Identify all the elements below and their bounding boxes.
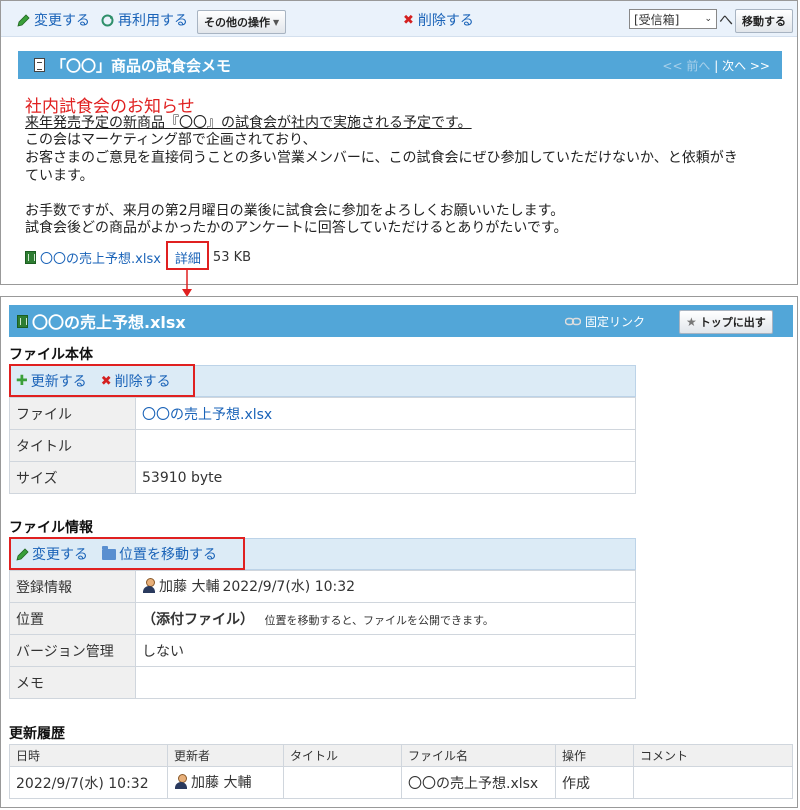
excel-file-icon [25,251,36,264]
memo-titlebar: 「〇〇」商品の試食会メモ << 前へ | 次へ >> [18,51,782,79]
to-label: へ [719,13,733,29]
table-row: 位置 （添付ファイル） 位置を移動すると、ファイルを公開できます。 [9,602,636,635]
excel-file-icon [17,314,28,328]
star-icon: ★ [686,315,697,329]
table-row: メモ [9,666,636,699]
table-row: バージョン管理 しない [9,634,636,667]
attachment-size: 53 KB [212,250,252,265]
permalink-link[interactable]: 固定リンク [565,313,645,330]
table-row: ファイル 〇〇の売上予想.xlsx [9,397,636,430]
history-col-header: コメント [633,744,793,767]
move-button[interactable]: 移動する [735,9,793,33]
reuse-link[interactable]: 再利用する [101,10,188,30]
location-note: 位置を移動すると、ファイルを公開できます。 [264,613,494,627]
memo-icon [34,58,45,72]
table-row: 登録情報 加藤 大輔 2022/9/7(水) 10:32 [9,570,636,603]
title-value [135,429,636,462]
registered-label: 登録情報 [9,570,136,603]
memo-value [135,666,636,699]
file-detail-panel: 〇〇の売上予想.xlsx 固定リンク ★ トップに出す ファイル本体 ✚ 更新す… [0,296,798,808]
page-title: 「〇〇」商品の試食会メモ [51,56,232,75]
file-title: 〇〇の売上予想.xlsx [32,313,186,332]
history-col-header: 操作 [555,744,634,767]
registered-date: 2022/9/7(水) 10:32 [222,578,356,595]
highlight-info-actions [9,537,245,570]
chevron-down-icon: ⌄ [704,14,712,24]
history-col-header: ファイル名 [401,744,556,767]
memo-line: お客さまのご意見を直接伺うことの多い営業メンバーに、この試食会にぜひ参加していた… [25,150,738,166]
registered-value: 加藤 大輔 2022/9/7(水) 10:32 [135,570,636,603]
pencil-icon [17,13,30,27]
history-header-row: 日時 更新者 タイトル ファイル名 操作 コメント [9,744,793,767]
location-label: 位置 [9,602,136,635]
delete-link[interactable]: ✖ 削除する [403,10,474,30]
version-value: しない [135,634,636,667]
file-info-table: 登録情報 加藤 大輔 2022/9/7(水) 10:32 位置 （添付ファイル）… [9,570,636,699]
file-value: 〇〇の売上予想.xlsx [135,397,636,430]
link-icon [565,317,581,325]
history-comment [633,766,793,799]
dropdown-arrow-icon: ▼ [273,17,280,27]
location-text: （添付ファイル） [142,611,254,628]
table-row: タイトル [9,429,636,462]
message-toolbar: 変更する 再利用する その他の操作 ▼ ✖ 削除する [受信箱] ⌄ へ 移動す… [1,1,797,37]
version-label: バージョン管理 [9,634,136,667]
history-col-header: 更新者 [167,744,284,767]
table-row: サイズ 53910 byte [9,461,636,494]
close-icon: ✖ [403,12,414,28]
memo-line: この会はマーケティング部で企画されており、 [25,132,317,148]
history-heading: 更新履歴 [9,726,65,742]
top-button[interactable]: ★ トップに出す [679,310,773,334]
memo-line: 試食会後どの商品がよかったかのアンケートに回答していただけるとありがたいです。 [25,220,568,236]
memo-line: ています。 [25,168,94,184]
attachment-row: 〇〇の売上予想.xlsx 詳細 53 KB [25,248,251,267]
other-operations-button[interactable]: その他の操作 ▼ [197,10,287,34]
prev-link[interactable]: << 前へ [662,59,710,73]
file-link[interactable]: 〇〇の売上予想.xlsx [142,407,272,423]
file-body-heading: ファイル本体 [9,347,93,363]
next-link[interactable]: 次へ >> [722,59,770,73]
history-filename: 〇〇の売上予想.xlsx [401,766,556,799]
highlight-body-actions [9,364,195,397]
size-label: サイズ [9,461,136,494]
user-icon [142,578,156,594]
file-titlebar: 〇〇の売上予想.xlsx 固定リンク ★ トップに出す [9,305,793,337]
history-title [283,766,402,799]
connector-arrow-icon [182,268,192,297]
recycle-icon [101,14,114,26]
highlight-detail [166,241,209,270]
history-table: 日時 更新者 タイトル ファイル名 操作 コメント 2022/9/7(水) 10… [9,744,793,799]
history-col-header: 日時 [9,744,168,767]
history-user: 加藤 大輔 [167,766,284,799]
table-row: 2022/9/7(水) 10:32 加藤 大輔 〇〇の売上予想.xlsx 作成 [9,766,793,799]
user-icon [174,774,188,790]
memo-pager: << 前へ | 次へ >> [662,58,770,73]
history-col-header: タイトル [283,744,402,767]
title-label: タイトル [9,429,136,462]
attachment-link[interactable]: 〇〇の売上予想.xlsx [40,248,161,267]
memo-label: メモ [9,666,136,699]
edit-link[interactable]: 変更する [17,10,90,30]
location-value: （添付ファイル） 位置を移動すると、ファイルを公開できます。 [135,602,636,635]
history-datetime: 2022/9/7(水) 10:32 [9,766,168,799]
registered-user: 加藤 大輔 [159,578,220,595]
message-panel: 変更する 再利用する その他の操作 ▼ ✖ 削除する [受信箱] ⌄ へ 移動す… [0,0,798,285]
file-label: ファイル [9,397,136,430]
folder-select[interactable]: [受信箱] ⌄ [629,9,717,29]
history-operation: 作成 [555,766,634,799]
file-body-table: ファイル 〇〇の売上予想.xlsx タイトル サイズ 53910 byte [9,397,636,494]
file-info-heading: ファイル情報 [9,520,93,536]
size-value: 53910 byte [135,461,636,494]
